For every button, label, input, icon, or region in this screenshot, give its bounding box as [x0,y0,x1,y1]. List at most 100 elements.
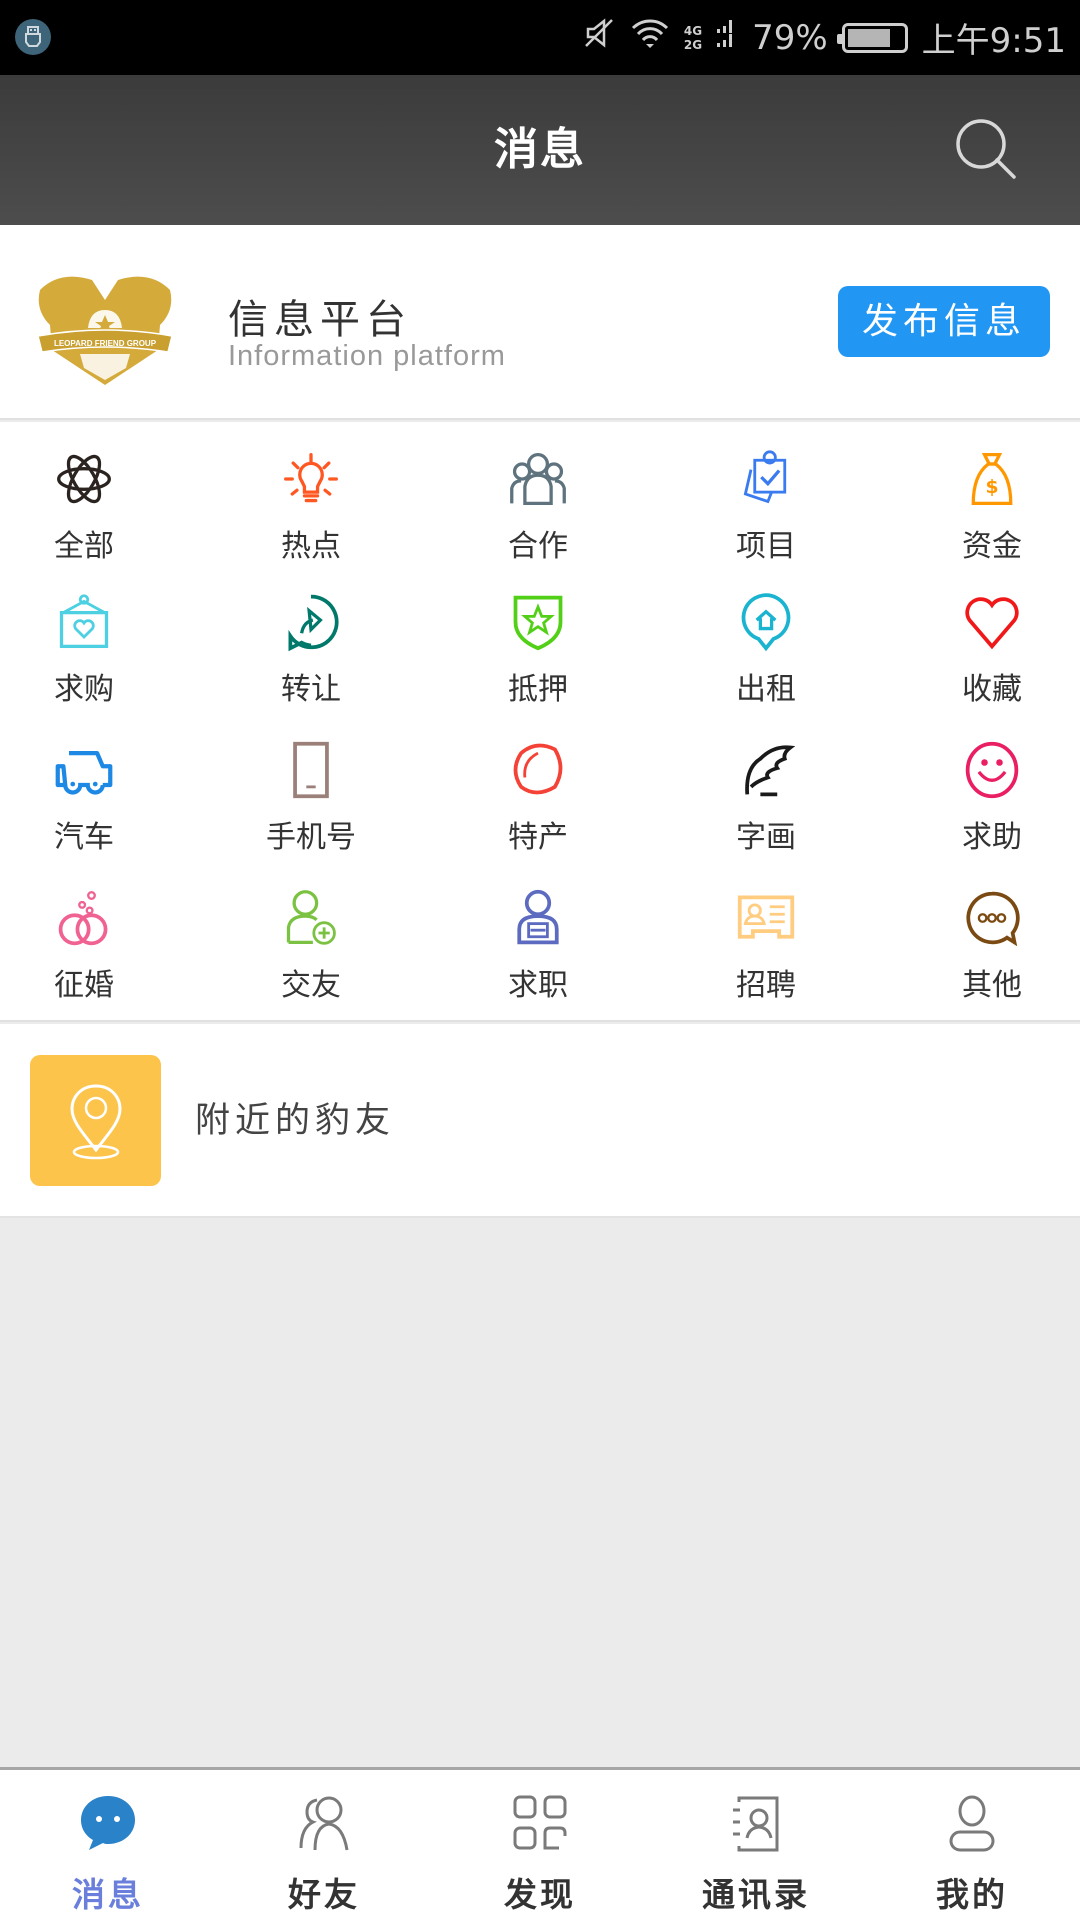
feather-pen-icon [734,738,798,802]
tab-label: 通讯录 [702,1875,810,1914]
category-share-bubble[interactable]: 转让 [211,590,411,730]
category-label: 其他 [962,968,1022,1003]
id-card-icon [734,886,798,950]
search-button[interactable] [952,115,1022,185]
category-label: 合作 [508,529,568,564]
category-label: 出租 [736,672,796,707]
location-pin-icon [30,1055,161,1186]
chat-bubble-icon [75,1790,141,1856]
network-type-1: 4G [683,23,703,38]
nearby-friends-label: 附近的豹友 [195,1101,396,1141]
status-indicators: 4G 2G 79% 上午9:51 [582,0,1066,75]
money-bag-icon: $ [960,447,1024,511]
category-label: 全部 [54,529,114,564]
category-feather-pen[interactable]: 字画 [666,738,866,878]
category-hanging-frame-heart[interactable]: 求购 [0,590,184,730]
tab-contacts[interactable]: 通讯录 [648,1770,864,1920]
category-label: 项目 [736,529,796,564]
category-add-friend[interactable]: 交友 [211,886,411,1026]
category-rings[interactable]: 征婚 [0,886,184,1026]
job-seeker-icon [506,886,570,950]
category-clipboard-check[interactable]: 项目 [666,447,866,587]
contacts-book-icon [723,1790,789,1856]
heart-icon [960,590,1024,654]
add-friend-icon [279,886,343,950]
category-label: 交友 [281,968,341,1003]
category-label: 求购 [54,672,114,707]
group-icon [506,447,570,511]
category-lemon[interactable]: 特产 [438,738,638,878]
category-label: 求助 [962,820,1022,855]
category-label: 手机号 [266,820,356,855]
platform-subtitle: Information platform [228,340,506,372]
tab-label: 发现 [504,1875,576,1914]
tab-friends[interactable]: 好友 [216,1770,432,1920]
grid-icon [507,1790,573,1856]
share-bubble-icon [279,590,343,654]
search-icon [956,119,1016,179]
category-label: 资金 [962,529,1022,564]
nearby-friends-item[interactable]: 附近的豹友 [0,1024,1080,1218]
battery-icon [836,22,908,53]
category-lightbulb[interactable]: 热点 [211,447,411,587]
category-label: 收藏 [962,672,1022,707]
home-pin-icon [734,590,798,654]
status-bar: 4G 2G 79% 上午9:51 [0,0,1080,75]
friends-icon [291,1790,357,1856]
mute-icon [582,16,616,59]
shield-star-icon [506,590,570,654]
network-type-2: 2G [683,37,703,52]
lemon-icon [506,738,570,802]
category-phone[interactable]: 手机号 [211,738,411,878]
tab-me[interactable]: 我的 [864,1770,1080,1920]
category-job-seeker[interactable]: 求职 [438,886,638,1026]
battery-percent: 79% [752,17,828,58]
svg-text:$: $ [985,477,998,498]
tab-messages[interactable]: 消息 [0,1770,216,1920]
tab-label: 我的 [936,1875,1008,1914]
category-group[interactable]: 合作 [438,447,638,587]
logo-text: LEOPARD FRIEND GROUP [54,339,157,348]
category-heart[interactable]: 收藏 [892,590,1080,730]
bottom-tab-bar: 消息 好友 发现 通讯录 我的 [0,1767,1080,1920]
rings-icon [52,886,116,950]
category-id-card[interactable]: 招聘 [666,886,866,1026]
smile-icon [960,738,1024,802]
category-label: 抵押 [508,672,568,707]
signal-bars-icon [716,16,738,59]
clipboard-check-icon [734,447,798,511]
more-bubble-icon [960,886,1024,950]
app-header: 消息 [0,75,1080,225]
phone-icon [279,738,343,802]
person-icon [939,1790,1005,1856]
wifi-icon [630,16,670,59]
tab-label: 消息 [72,1875,144,1914]
category-label: 求职 [508,968,568,1003]
category-smile[interactable]: 求助 [892,738,1080,878]
category-car[interactable]: 汽车 [0,738,184,878]
hanging-frame-heart-icon [52,590,116,654]
usb-icon [15,19,51,55]
car-icon [52,738,116,802]
category-label: 热点 [281,529,341,564]
category-label: 汽车 [54,820,114,855]
category-grid: 全部 热点 合作 项目 $ 资金求购 转让 抵押 出租 收藏汽车 手机号 特产 字画 求助征婚 交友 求职 招聘… [0,422,1080,1022]
clock: 上午9:51 [921,21,1066,61]
atom-icon [52,447,116,511]
tab-label: 好友 [288,1875,360,1914]
category-label: 招聘 [736,968,796,1003]
category-label: 征婚 [54,968,114,1003]
signal-icon: 4G 2G [684,24,702,52]
category-more-bubble[interactable]: 其他 [892,886,1080,1026]
category-home-pin[interactable]: 出租 [666,590,866,730]
publish-info-button[interactable]: 发布信息 [838,286,1050,357]
platform-title: 信息平台 [228,297,412,343]
lightbulb-icon [279,447,343,511]
category-atom[interactable]: 全部 [0,447,184,587]
category-label: 特产 [508,820,568,855]
category-label: 转让 [281,672,341,707]
category-money-bag[interactable]: $ 资金 [892,447,1080,587]
page-title: 消息 [494,124,586,175]
category-shield-star[interactable]: 抵押 [438,590,638,730]
tab-discover[interactable]: 发现 [432,1770,648,1920]
